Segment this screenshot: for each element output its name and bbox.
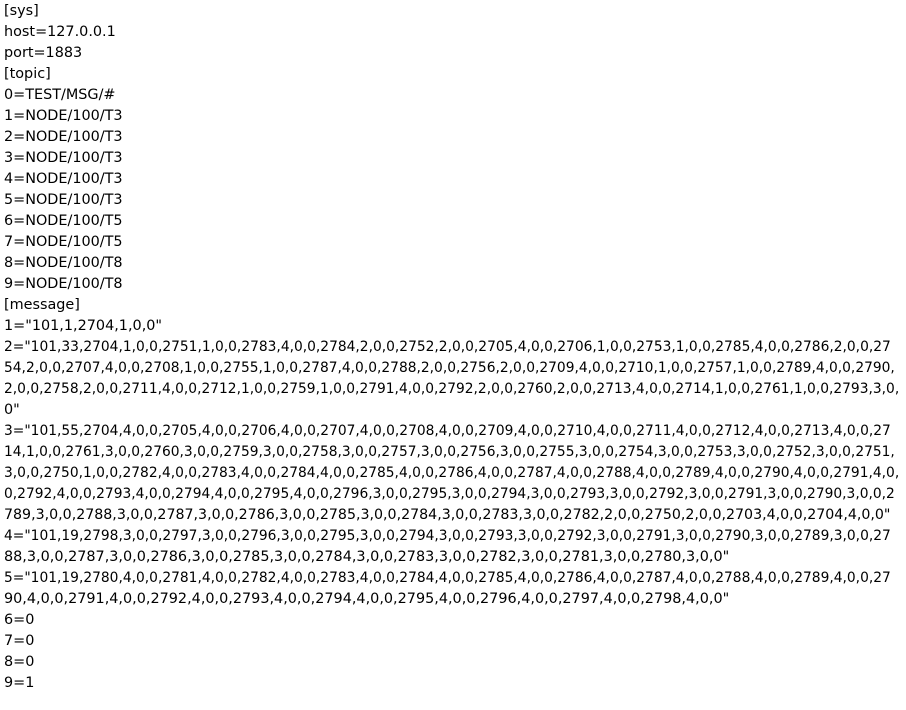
text-editor-area[interactable]: [sys] host=127.0.0.1 port=1883 [topic] 0… — [4, 1, 902, 694]
message-line-5-wrap: 90,4,0,0,2791,4,0,0,2792,4,0,0,2793,4,0,… — [4, 591, 730, 607]
message-line-2-wrap: 2,0,0,2758,2,0,0,2711,4,0,0,2712,1,0,0,2… — [4, 381, 900, 397]
message-line-3-wrap: 3,0,0,2750,1,0,0,2782,4,0,0,2783,4,0,0,2… — [4, 465, 900, 481]
topic-line-5: 5=NODE/100/T3 — [4, 192, 123, 208]
topic-line-1: 1=NODE/100/T3 — [4, 108, 123, 124]
config-line-host: host=127.0.0.1 — [4, 24, 116, 40]
section-header-sys: [sys] — [4, 3, 39, 19]
topic-line-0: 0=TEST/MSG/# — [4, 87, 116, 103]
topic-line-2: 2=NODE/100/T3 — [4, 129, 123, 145]
message-line-2: 2="101,33,2704,1,0,0,2751,1,0,0,2783,4,0… — [4, 339, 891, 355]
message-line-8: 8=0 — [4, 654, 35, 670]
message-line-4-wrap: 88,3,0,0,2787,3,0,0,2786,3,0,0,2785,3,0,… — [4, 549, 730, 565]
message-line-2-wrap: 54,2,0,0,2707,4,0,0,2708,1,0,0,2755,1,0,… — [4, 360, 895, 376]
section-header-message: [message] — [4, 297, 80, 313]
message-line-3-wrap: 789,3,0,0,2788,3,0,0,2787,3,0,0,2786,3,0… — [4, 507, 891, 523]
topic-line-6: 6=NODE/100/T5 — [4, 213, 123, 229]
message-line-3-wrap: 14,1,0,0,2761,3,0,0,2760,3,0,0,2759,3,0,… — [4, 444, 895, 460]
message-line-6: 6=0 — [4, 612, 35, 628]
message-line-2-wrap: 0" — [4, 402, 20, 418]
section-header-topic: [topic] — [4, 66, 51, 82]
message-line-1: 1="101,1,2704,1,0,0" — [4, 318, 163, 334]
message-line-3-wrap: 0,2792,4,0,0,2793,4,0,0,2794,4,0,0,2795,… — [4, 486, 895, 502]
topic-line-4: 4=NODE/100/T3 — [4, 171, 123, 187]
message-line-9: 9=1 — [4, 675, 35, 691]
message-line-3: 3="101,55,2704,4,0,0,2705,4,0,0,2706,4,0… — [4, 423, 891, 439]
message-line-4: 4="101,19,2798,3,0,0,2797,3,0,0,2796,3,0… — [4, 528, 891, 544]
message-line-5: 5="101,19,2780,4,0,0,2781,4,0,0,2782,4,0… — [4, 570, 891, 586]
topic-line-7: 7=NODE/100/T5 — [4, 234, 123, 250]
topic-line-3: 3=NODE/100/T3 — [4, 150, 123, 166]
topic-line-9: 9=NODE/100/T8 — [4, 276, 123, 292]
config-line-port: port=1883 — [4, 45, 83, 61]
topic-line-8: 8=NODE/100/T8 — [4, 255, 123, 271]
message-line-7: 7=0 — [4, 633, 35, 649]
